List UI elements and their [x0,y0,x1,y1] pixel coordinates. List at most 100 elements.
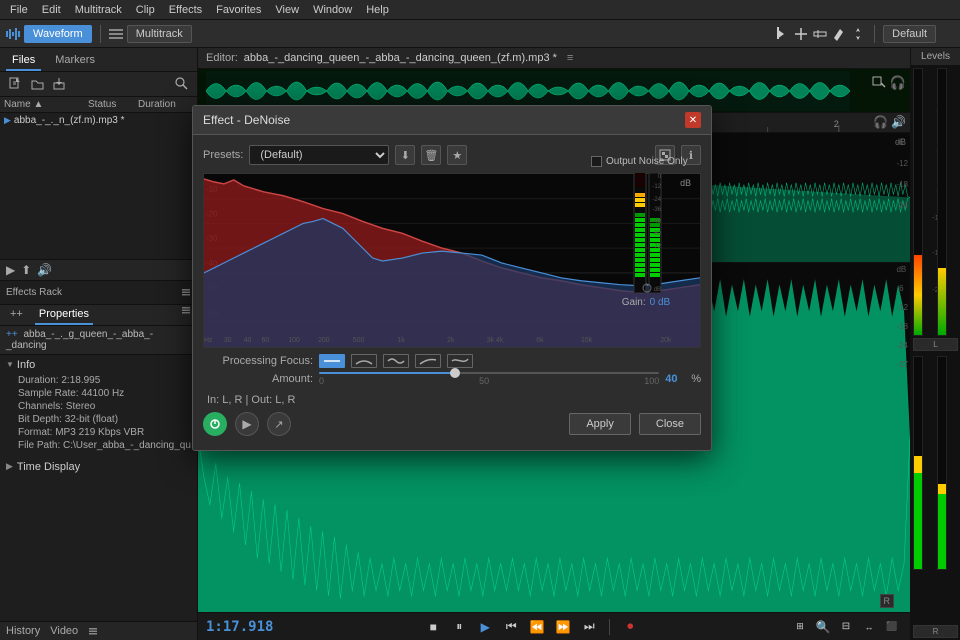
editor-file-name: abba_-_dancing_queen_-_abba_-_dancing_qu… [244,52,557,64]
levels-title: Levels [921,51,950,62]
info-bit-depth: Bit Depth: 32-bit (float) [6,413,191,426]
r-level-fill [938,268,946,334]
presets-dropdown[interactable]: (Default) [249,145,389,165]
search-files-icon[interactable] [173,75,191,93]
snap-button[interactable]: ⊞ [790,617,810,637]
zoom-out-button[interactable]: ⊟ [836,617,856,637]
svg-text:40: 40 [244,337,252,344]
expand-workspaces-icon[interactable] [940,27,954,41]
amount-slider-track[interactable] [319,372,659,374]
menubar: File Edit Multitrack Clip Effects Favori… [0,0,960,20]
zoom-full-button[interactable]: ⬛ [882,617,902,637]
video-tab[interactable]: Video [50,625,78,637]
info-group-header[interactable]: ▼ Info [6,359,191,371]
menu-view[interactable]: View [269,2,305,18]
fast-rewind-button[interactable]: ⏪ [527,617,547,637]
stretch-tool-icon[interactable] [812,26,828,42]
time-display-value: 1:17.918 [206,619,273,635]
dialog-close-button[interactable]: ✕ [685,112,701,128]
video-tab-menu-icon[interactable] [88,626,98,636]
workspace-default-button[interactable]: Default [883,25,936,43]
amount-row: Amount: 0 50 100 40 % [203,372,701,386]
panel-tabs: Files Markers [0,48,197,72]
zoom-in-button[interactable]: 🔍 [813,617,833,637]
fast-forward-button[interactable]: ⏩ [553,617,573,637]
pause-button[interactable]: ⏸ [449,617,469,637]
mini-export-button[interactable]: ⬆ [21,263,31,277]
svg-text:60: 60 [262,337,270,344]
multitrack-mode-button[interactable]: Multitrack [127,25,192,43]
file-audio-icon: ▶ [4,115,11,126]
effects-prop-tab[interactable]: ++ [6,305,27,325]
focus-curve1-button[interactable] [351,354,377,368]
curve4-icon [451,356,469,366]
bottom-panel-tabs: History Video [0,621,197,640]
presets-label: Presets: [203,149,243,161]
preview-export-button[interactable]: ↗ [267,412,291,436]
dialog-title: Effect - DeNoise [203,113,290,127]
zoom-selection-button[interactable]: ↔ [859,617,879,637]
time-display-label: Time Display [17,461,80,473]
properties-menu-icon[interactable] [181,305,191,315]
open-file-icon[interactable] [28,75,46,93]
record-button[interactable]: ⏺ [620,617,640,637]
effects-rack-menu-icon[interactable] [181,287,191,297]
levels-panel-header: Levels [911,48,960,66]
menu-window[interactable]: Window [307,2,358,18]
preset-favorite-button[interactable]: ★ [447,145,467,165]
levels-panel: Levels 0 -3 -6 -9 -12 -18 -24 [910,48,960,640]
history-tab[interactable]: History [6,625,40,637]
effects-rack-header[interactable]: Effects Rack [6,285,191,300]
output-noise-section: Output Noise Only [591,156,701,308]
menu-multitrack[interactable]: Multitrack [69,2,128,18]
speaker-channel-icon[interactable]: 🔊 [891,115,906,129]
selection-tool-icon[interactable] [774,26,790,42]
preset-download-button[interactable]: ⬇ [395,145,415,165]
menu-favorites[interactable]: Favorites [210,2,267,18]
import-file-icon[interactable] [50,75,68,93]
right-playback-controls: ⊞ 🔍 ⊟ ↔ ⬛ [790,617,902,637]
mini-play-button[interactable]: ▶ [6,263,15,277]
forward-to-end-button[interactable]: ⏭ [579,617,599,637]
focus-curve3-button[interactable] [415,354,441,368]
pencil-tool-icon[interactable] [831,26,847,42]
mini-speaker-button[interactable]: 🔊 [37,263,52,277]
menu-clip[interactable]: Clip [130,2,161,18]
apply-button[interactable]: Apply [569,413,631,435]
time-display-section[interactable]: ▶ Time Display [0,458,197,476]
menu-file[interactable]: File [4,2,34,18]
headphone-channel-icon[interactable]: 🎧 [873,115,888,129]
files-tab[interactable]: Files [6,51,41,71]
gain-label: Gain: [622,297,646,308]
percent-label: % [691,373,701,385]
file-track-label: ++ abba_-_._g_queen_-_abba_-_dancing [0,326,197,355]
razor-tool-icon[interactable] [793,26,809,42]
properties-prop-tab[interactable]: Properties [35,305,93,325]
svg-text:30: 30 [224,337,232,344]
editor-label: Editor: [206,52,238,64]
waveform-mode-button[interactable]: Waveform [24,25,92,43]
focus-curve4-button[interactable] [447,354,473,368]
close-button[interactable]: Close [639,413,701,435]
editor-menu-icon[interactable]: ≡ [567,52,573,64]
move-tool-icon[interactable] [850,26,866,42]
preview-play-button[interactable]: ▶ [235,412,259,436]
focus-curve2-button[interactable] [383,354,409,368]
file-list-item[interactable]: ▶ abba_-_._n_(zf.m).mp3 * [0,113,197,128]
output-noise-checkbox[interactable] [591,156,602,167]
menu-help[interactable]: Help [360,2,395,18]
zoom-overview-icon[interactable] [871,73,887,92]
r-lower-fill [938,494,946,568]
power-button[interactable] [203,412,227,436]
rewind-to-start-button[interactable]: ⏮ [501,617,521,637]
headphones-icon[interactable]: 🎧 [890,75,906,91]
play-button[interactable]: ▶ [475,617,495,637]
new-file-icon[interactable] [6,75,24,93]
preset-delete-button[interactable]: 🗑 [421,145,441,165]
menu-effects[interactable]: Effects [163,2,208,18]
stop-button[interactable]: ■ [423,617,443,637]
svg-text:-36: -36 [652,207,661,213]
markers-tab[interactable]: Markers [49,51,101,71]
menu-edit[interactable]: Edit [36,2,67,18]
focus-flat-button[interactable] [319,354,345,368]
